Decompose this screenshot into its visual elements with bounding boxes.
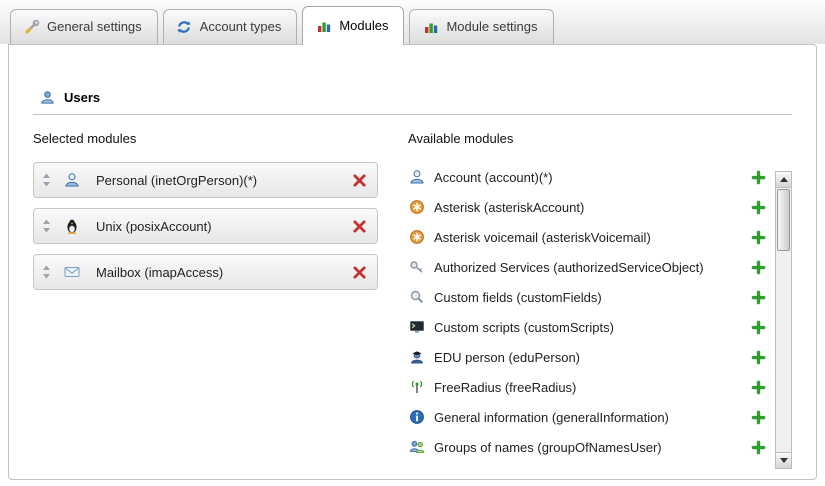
available-module-row-account: Account (account)(*) — [408, 162, 766, 192]
up-arrow-icon — [780, 177, 788, 182]
add-module-button[interactable] — [751, 380, 766, 395]
available-module-row-freeradius: FreeRadius (freeRadius) — [408, 372, 766, 402]
available-module-row-edu-person: EDU person (eduPerson) — [408, 342, 766, 372]
add-module-button[interactable] — [751, 230, 766, 245]
modules-panel: Users Selected modules Personal (inetOrg… — [8, 44, 817, 480]
services-icon — [408, 259, 425, 276]
selected-module-label: Personal (inetOrgPerson)(*) — [96, 173, 257, 188]
section-divider — [33, 114, 792, 115]
section-title: Users — [64, 90, 100, 105]
drag-handle-icon[interactable] — [42, 219, 51, 233]
info-icon — [408, 409, 425, 426]
tab-module-settings[interactable]: Module settings — [409, 9, 553, 44]
tab-label: Modules — [339, 18, 388, 33]
antenna-icon — [408, 379, 425, 396]
tab-label: General settings — [47, 19, 142, 34]
available-module-label: FreeRadius (freeRadius) — [434, 380, 576, 395]
drag-handle-icon[interactable] — [42, 173, 51, 187]
sync-icon — [176, 18, 193, 35]
available-module-row-custom-scripts: Custom scripts (customScripts) — [408, 312, 766, 342]
modules-icon — [315, 17, 332, 34]
available-module-label: Custom fields (customFields) — [434, 290, 602, 305]
available-module-label: Groups of names (groupOfNamesUser) — [434, 440, 662, 455]
mailbox-icon — [63, 264, 80, 281]
group-icon — [408, 439, 425, 456]
available-module-row-authorized-services: Authorized Services (authorizedServiceOb… — [408, 252, 766, 282]
available-module-label: Account (account)(*) — [434, 170, 553, 185]
remove-module-button[interactable] — [352, 173, 367, 188]
remove-module-button[interactable] — [352, 219, 367, 234]
selected-module-row-mailbox[interactable]: Mailbox (imapAccess) — [33, 254, 378, 290]
available-module-label: EDU person (eduPerson) — [434, 350, 580, 365]
available-module-row-general-information: General information (generalInformation) — [408, 402, 766, 432]
available-module-row-asterisk: Asterisk (asteriskAccount) — [408, 192, 766, 222]
add-module-button[interactable] — [751, 440, 766, 455]
drag-handle-icon[interactable] — [42, 265, 51, 279]
edu-person-icon — [408, 349, 425, 366]
add-module-button[interactable] — [751, 200, 766, 215]
available-module-label: Custom scripts (customScripts) — [434, 320, 614, 335]
available-modules-heading: Available modules — [408, 131, 792, 146]
tab-bar: General settings Account types Modules M… — [0, 0, 825, 44]
available-module-label: Authorized Services (authorizedServiceOb… — [434, 260, 704, 275]
tab-label: Account types — [200, 19, 282, 34]
scrollbar-thumb[interactable] — [777, 189, 790, 251]
add-module-button[interactable] — [751, 410, 766, 425]
available-modules-scrollbar[interactable] — [775, 171, 792, 469]
tab-modules[interactable]: Modules — [302, 6, 404, 45]
scrollbar-down-button[interactable] — [776, 452, 791, 468]
available-modules-list: Account (account)(*) Asterisk (asteriskA… — [408, 162, 792, 462]
available-module-label: Asterisk voicemail (asteriskVoicemail) — [434, 230, 651, 245]
scrollbar-up-button[interactable] — [776, 172, 791, 188]
modules-icon — [422, 18, 439, 35]
tab-general-settings[interactable]: General settings — [10, 9, 158, 44]
selected-modules-heading: Selected modules — [33, 131, 378, 146]
terminal-icon — [408, 319, 425, 336]
remove-module-button[interactable] — [352, 265, 367, 280]
add-module-button[interactable] — [751, 170, 766, 185]
asterisk-icon — [408, 229, 425, 246]
asterisk-icon — [408, 199, 425, 216]
person-icon — [63, 172, 80, 189]
tools-icon — [23, 18, 40, 35]
available-module-row-groups-of-names: Groups of names (groupOfNamesUser) — [408, 432, 766, 462]
add-module-button[interactable] — [751, 260, 766, 275]
magnifier-icon — [408, 289, 425, 306]
user-icon — [39, 89, 56, 106]
tux-icon — [63, 218, 80, 235]
selected-module-label: Unix (posixAccount) — [96, 219, 212, 234]
tab-label: Module settings — [446, 19, 537, 34]
available-module-row-asterisk-voicemail: Asterisk voicemail (asteriskVoicemail) — [408, 222, 766, 252]
selected-modules-column: Selected modules Personal (inetOrgPerson… — [33, 131, 378, 462]
add-module-button[interactable] — [751, 320, 766, 335]
available-module-label: General information (generalInformation) — [434, 410, 669, 425]
available-module-row-custom-fields: Custom fields (customFields) — [408, 282, 766, 312]
available-modules-column: Available modules Account (account)(*) — [408, 131, 792, 462]
selected-module-row-personal[interactable]: Personal (inetOrgPerson)(*) — [33, 162, 378, 198]
selected-module-row-unix[interactable]: Unix (posixAccount) — [33, 208, 378, 244]
section-heading: Users — [39, 89, 792, 106]
add-module-button[interactable] — [751, 290, 766, 305]
available-module-label: Asterisk (asteriskAccount) — [434, 200, 584, 215]
down-arrow-icon — [780, 458, 788, 463]
add-module-button[interactable] — [751, 350, 766, 365]
person-icon — [408, 169, 425, 186]
selected-module-label: Mailbox (imapAccess) — [96, 265, 223, 280]
tab-account-types[interactable]: Account types — [163, 9, 298, 44]
